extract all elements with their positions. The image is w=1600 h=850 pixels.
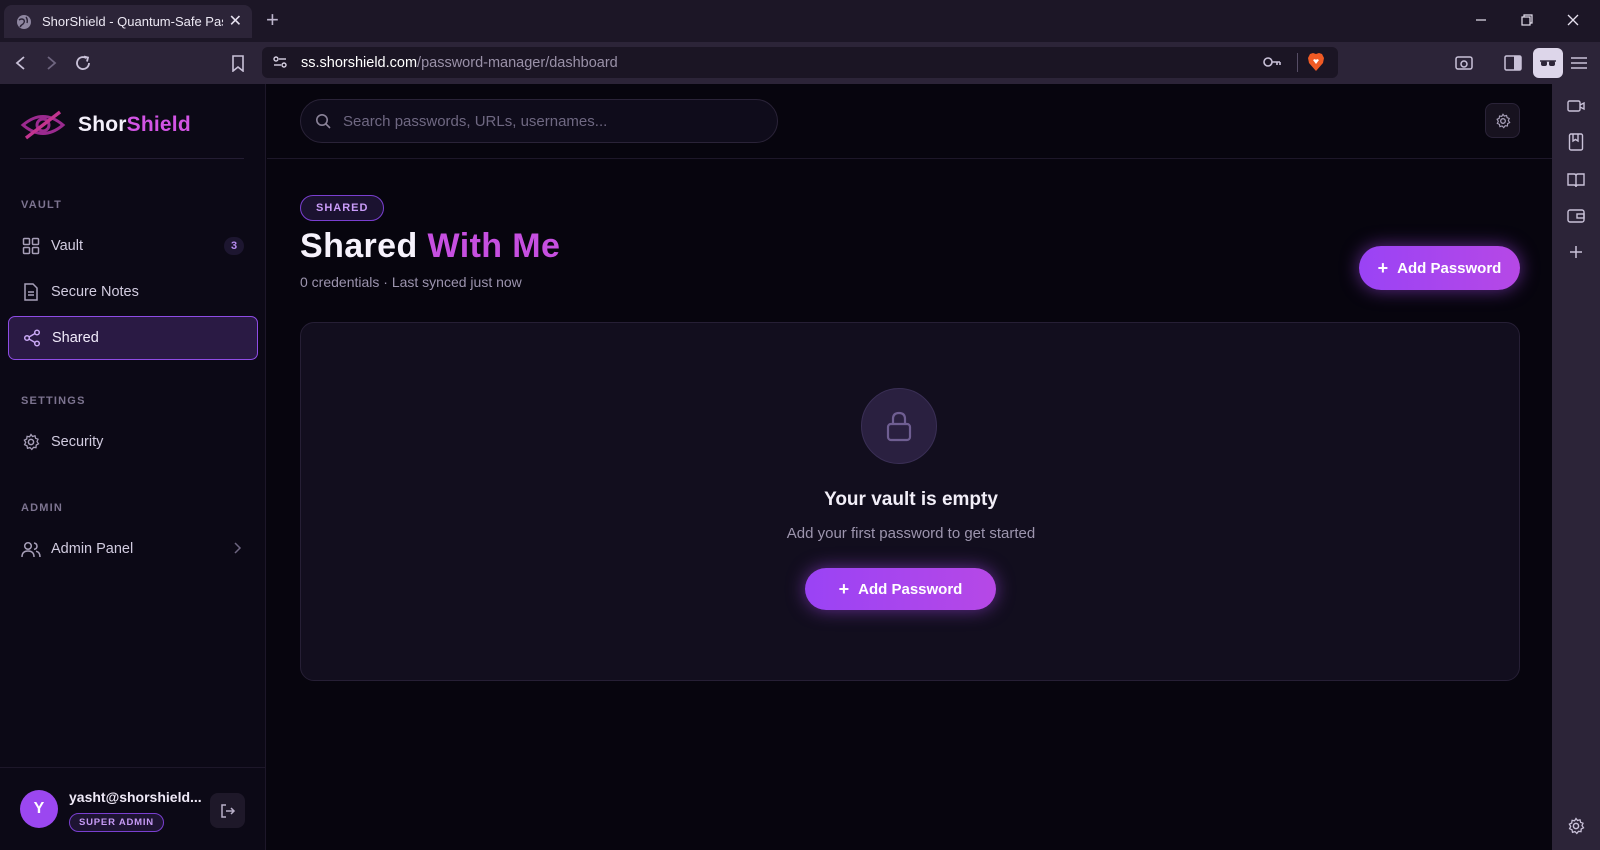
sidebar-item-label: Security xyxy=(51,434,104,450)
page-title-part2: With Me xyxy=(427,227,561,265)
new-tab-icon[interactable]: + xyxy=(266,9,279,31)
brave-shield-icon[interactable] xyxy=(1307,52,1325,72)
browser-toolbar: ss.shorshield.com/password-manager/dashb… xyxy=(0,42,1600,84)
browser-tab-bar: ShorShield - Quantum-Safe Pass ✕ + xyxy=(0,0,1600,42)
user-divider xyxy=(0,767,266,768)
chevron-right-icon xyxy=(234,542,242,554)
empty-state-title: Your vault is empty xyxy=(824,489,998,510)
restore-icon[interactable] xyxy=(1504,6,1550,34)
address-separator xyxy=(1297,53,1298,72)
role-badge: SUPER ADMIN xyxy=(69,813,164,832)
search-bar[interactable] xyxy=(300,99,778,143)
sidebar-item-vault[interactable]: Vault 3 xyxy=(8,224,258,268)
add-panel-icon[interactable] xyxy=(1566,242,1586,262)
video-icon[interactable] xyxy=(1566,96,1586,116)
empty-state-add-password-label: Add Password xyxy=(858,580,963,598)
back-icon[interactable] xyxy=(8,50,34,76)
globe-icon xyxy=(17,14,31,29)
reading-list-icon[interactable] xyxy=(1566,170,1586,190)
users-icon xyxy=(21,539,41,559)
wallet-icon[interactable] xyxy=(1566,206,1586,226)
plus-icon: + xyxy=(1377,258,1389,278)
logout-icon xyxy=(220,803,235,818)
topbar-divider xyxy=(267,158,1552,159)
add-password-button[interactable]: + Add Password xyxy=(1359,246,1520,290)
brand-name: ShorShield xyxy=(78,113,191,137)
address-bar[interactable]: ss.shorshield.com/password-manager/dashb… xyxy=(262,47,1338,78)
sidebar-item-secure-notes[interactable]: Secure Notes xyxy=(8,270,258,314)
gear-icon xyxy=(1495,112,1511,128)
sidebar-item-label: Shared xyxy=(52,330,99,346)
tab-title: ShorShield - Quantum-Safe Pass xyxy=(42,14,223,29)
browser-tab[interactable]: ShorShield - Quantum-Safe Pass ✕ xyxy=(4,5,252,38)
lock-icon-container xyxy=(861,388,937,464)
settings-button[interactable] xyxy=(1485,103,1520,138)
empty-state-subtitle: Add your first password to get started xyxy=(786,525,1036,542)
brand-name-part1: Shor xyxy=(78,113,127,136)
section-label-admin: ADMIN xyxy=(21,502,64,514)
empty-state-card: Your vault is empty Add your first passw… xyxy=(300,322,1520,681)
vault-count-badge: 3 xyxy=(224,237,244,255)
url-path: /password-manager/dashboard xyxy=(417,55,618,71)
page-subtitle: 0 credentials · Last synced just now xyxy=(300,274,522,290)
sidebar-item-security[interactable]: Security xyxy=(8,420,258,464)
add-password-label: Add Password xyxy=(1397,259,1502,277)
logout-button[interactable] xyxy=(210,793,245,828)
share-icon xyxy=(22,328,42,348)
page-title: Shared With Me xyxy=(300,227,560,266)
close-window-icon[interactable] xyxy=(1550,6,1596,34)
sidebar-item-admin-panel[interactable]: Admin Panel xyxy=(8,527,258,571)
reload-icon[interactable] xyxy=(70,50,96,76)
avatar[interactable]: Y xyxy=(20,790,58,828)
page-category-pill: SHARED xyxy=(300,195,385,221)
browser-side-panel xyxy=(1552,84,1600,850)
app-root: ShorShield VAULT Vault 3 Secure Notes Sh… xyxy=(0,84,1552,850)
lock-icon xyxy=(886,411,912,442)
search-input[interactable] xyxy=(343,112,743,130)
sidebar-item-label: Admin Panel xyxy=(51,541,134,557)
key-icon[interactable] xyxy=(1262,54,1282,70)
menu-icon[interactable] xyxy=(1566,50,1592,76)
plus-icon: + xyxy=(838,579,850,599)
brand-logo[interactable]: ShorShield xyxy=(20,108,191,142)
main-content: SHARED Shared With Me 0 credentials · La… xyxy=(267,84,1552,850)
logo-divider xyxy=(20,158,244,159)
shorshield-logo-icon xyxy=(20,110,66,140)
screenshot-icon[interactable] xyxy=(1451,50,1477,76)
user-email: yasht@shorshield... xyxy=(69,789,202,805)
grid-icon xyxy=(21,236,41,256)
bookmark-icon[interactable] xyxy=(225,50,251,76)
url-host: ss.shorshield.com xyxy=(301,55,418,71)
note-icon xyxy=(21,282,41,302)
sidebar-item-shared[interactable]: Shared xyxy=(8,316,258,360)
reader-glasses-icon[interactable] xyxy=(1533,48,1563,78)
section-label-settings: SETTINGS xyxy=(21,395,86,407)
empty-state-add-password-button[interactable]: + Add Password xyxy=(805,568,996,610)
sidebar: ShorShield VAULT Vault 3 Secure Notes Sh… xyxy=(0,84,266,850)
forward-icon[interactable] xyxy=(38,50,64,76)
brand-name-part2: Shield xyxy=(126,113,191,136)
tab-close-icon[interactable]: ✕ xyxy=(229,13,242,30)
gear-icon xyxy=(21,432,41,452)
section-label-vault: VAULT xyxy=(21,199,63,211)
search-icon xyxy=(316,114,331,129)
url-text: ss.shorshield.com/password-manager/dashb… xyxy=(301,55,618,71)
bookmarks-panel-icon[interactable] xyxy=(1566,132,1586,152)
sidebar-item-label: Secure Notes xyxy=(51,284,139,300)
sidebar-item-label: Vault xyxy=(51,238,83,254)
minimize-icon[interactable] xyxy=(1458,6,1504,34)
sidebar-toggle-icon[interactable] xyxy=(1500,50,1526,76)
site-settings-icon[interactable] xyxy=(272,54,288,70)
panel-settings-icon[interactable] xyxy=(1566,816,1586,836)
page-title-part1: Shared xyxy=(300,227,418,265)
